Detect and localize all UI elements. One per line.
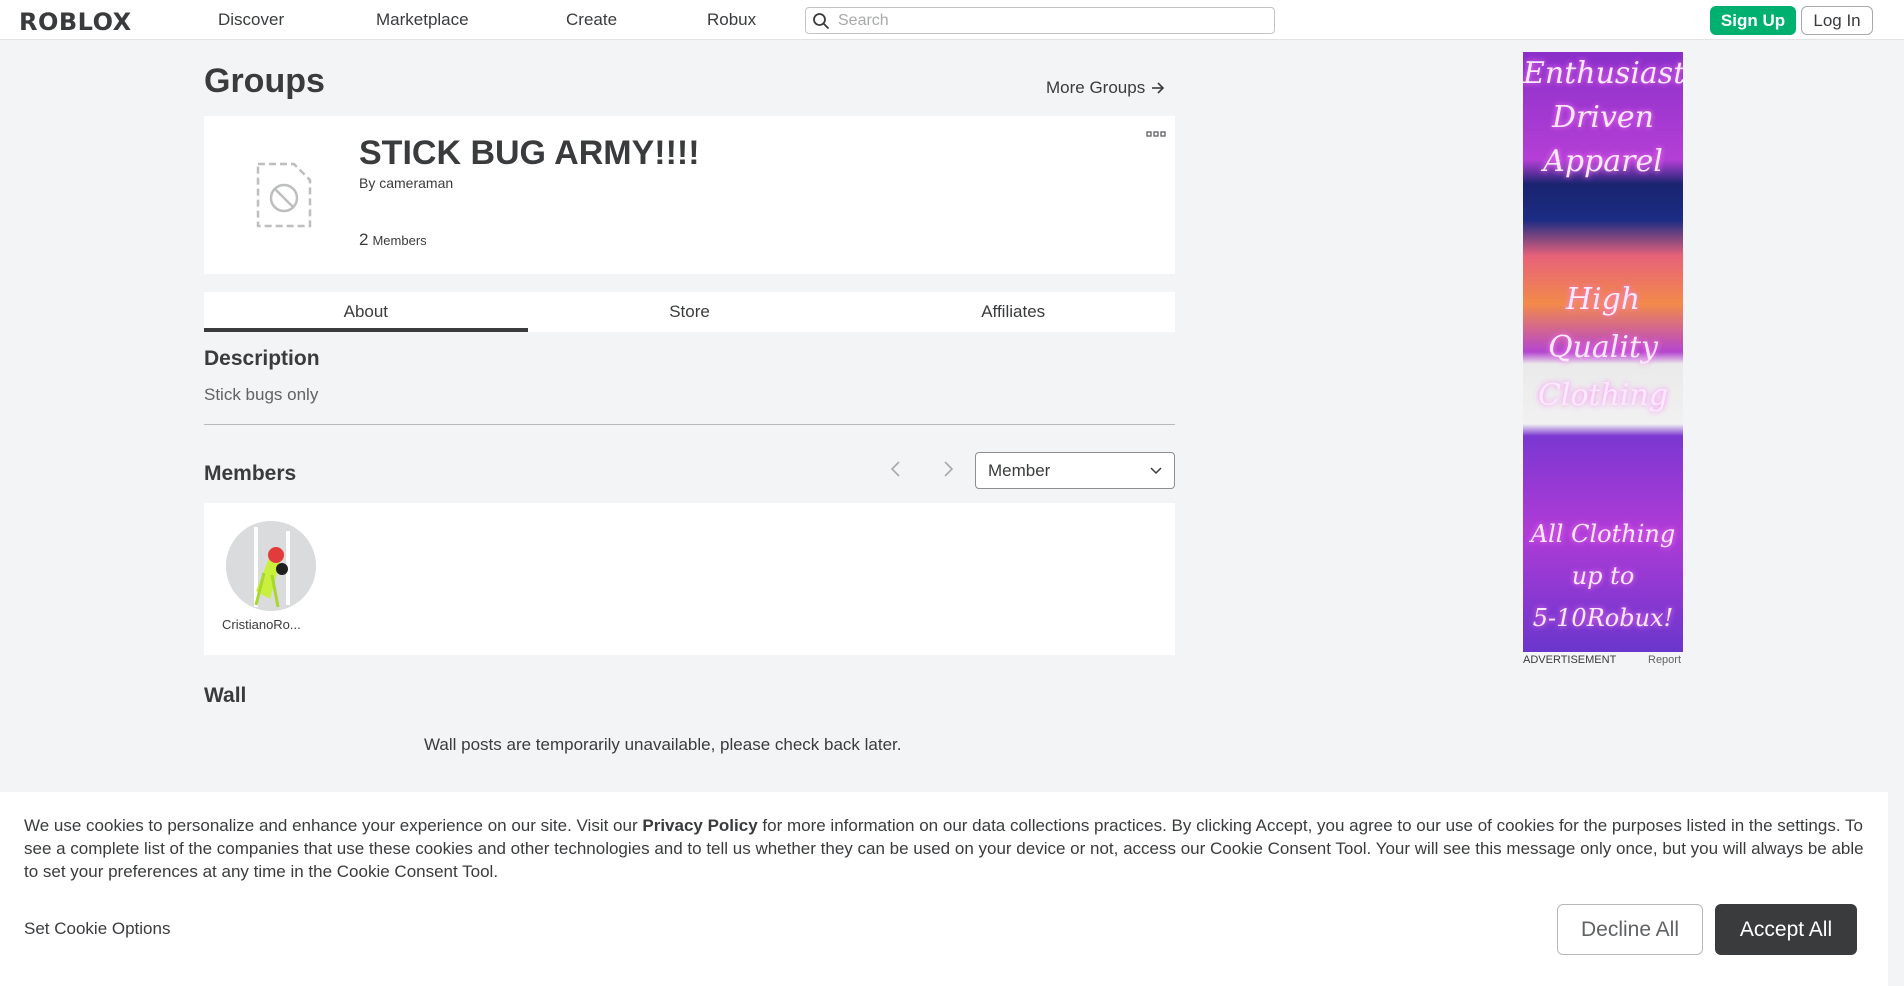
search-icon bbox=[813, 13, 829, 29]
roblox-logo[interactable]: ROBLOX bbox=[19, 8, 132, 36]
advertisement-banner[interactable]: Enthusiast Driven Apparel High Quality C… bbox=[1523, 52, 1683, 652]
ad-report-link[interactable]: Report bbox=[1648, 654, 1681, 666]
ad-line: High bbox=[1565, 282, 1641, 317]
more-groups-label: More Groups bbox=[1046, 78, 1146, 97]
ad-line: Driven bbox=[1551, 100, 1654, 135]
group-name: STICK BUG ARMY!!!! bbox=[359, 134, 700, 172]
wall-heading: Wall bbox=[204, 684, 247, 707]
cookie-banner: We use cookies to personalize and enhanc… bbox=[0, 792, 1888, 986]
search-box[interactable] bbox=[805, 7, 1275, 34]
advertisement-label: ADVERTISEMENT bbox=[1523, 654, 1617, 666]
search-input[interactable] bbox=[838, 10, 1268, 31]
members-list: CristianoRo... bbox=[204, 503, 1175, 655]
more-options-icon[interactable] bbox=[1146, 130, 1166, 140]
login-button[interactable]: Log In bbox=[1801, 6, 1873, 35]
ad-line: All Clothing bbox=[1530, 520, 1676, 548]
ad-line: Quality bbox=[1548, 330, 1658, 365]
broken-image-icon bbox=[256, 162, 312, 228]
page-title: Groups bbox=[204, 62, 325, 100]
ad-line: Enthusiast bbox=[1523, 56, 1683, 91]
privacy-policy-link[interactable]: Privacy Policy bbox=[642, 816, 757, 835]
member-count-value: 2 bbox=[359, 230, 369, 249]
accept-all-button[interactable]: Accept All bbox=[1715, 904, 1857, 955]
group-owner-prefix: By bbox=[359, 175, 376, 191]
nav-marketplace-link[interactable]: Marketplace bbox=[376, 10, 469, 30]
chevron-right-icon[interactable] bbox=[940, 460, 956, 478]
description-text: Stick bugs only bbox=[204, 385, 319, 404]
tab-store[interactable]: Store bbox=[528, 292, 852, 332]
tab-affiliates[interactable]: Affiliates bbox=[851, 292, 1175, 332]
group-owner: By cameraman bbox=[359, 175, 453, 191]
wall-unavailable-message: Wall posts are temporarily unavailable, … bbox=[424, 735, 902, 754]
ad-line: 5-10Robux! bbox=[1532, 604, 1674, 632]
member-avatar-image bbox=[226, 521, 316, 611]
decline-all-button[interactable]: Decline All bbox=[1557, 904, 1703, 955]
more-groups-link[interactable]: More Groups bbox=[1046, 78, 1165, 98]
ad-line: up to bbox=[1571, 562, 1635, 590]
chevron-down-icon bbox=[1150, 467, 1162, 475]
ad-line: Apparel bbox=[1543, 144, 1663, 179]
role-filter-value: Member bbox=[988, 460, 1051, 480]
group-tabs: About Store Affiliates bbox=[204, 292, 1175, 332]
member-count-label: Members bbox=[372, 233, 427, 248]
member-avatar[interactable] bbox=[226, 521, 316, 611]
arrow-right-icon bbox=[1152, 82, 1165, 94]
cookie-text-start: We use cookies to personalize and enhanc… bbox=[24, 816, 643, 835]
member-name[interactable]: CristianoRo... bbox=[222, 617, 312, 632]
nav-robux-link[interactable]: Robux bbox=[707, 10, 756, 30]
nav-create-link[interactable]: Create bbox=[566, 10, 617, 30]
members-heading: Members bbox=[204, 462, 297, 485]
signup-button[interactable]: Sign Up bbox=[1710, 6, 1796, 35]
nav-discover-link[interactable]: Discover bbox=[218, 10, 284, 30]
group-owner-link[interactable]: cameraman bbox=[379, 175, 453, 191]
group-header-card: STICK BUG ARMY!!!! By cameraman 2 Members bbox=[204, 116, 1175, 274]
description-heading: Description bbox=[204, 347, 320, 370]
ad-line: Clothing bbox=[1537, 378, 1669, 413]
top-nav: ROBLOX Discover Marketplace Create Robux… bbox=[0, 0, 1904, 40]
section-divider bbox=[204, 424, 1175, 425]
chevron-left-icon[interactable] bbox=[888, 460, 904, 478]
group-member-count: 2 Members bbox=[359, 230, 427, 250]
set-cookie-options-link[interactable]: Set Cookie Options bbox=[24, 919, 170, 939]
role-filter-dropdown[interactable]: Member bbox=[975, 452, 1175, 489]
tab-about[interactable]: About bbox=[204, 292, 528, 332]
cookie-message: We use cookies to personalize and enhanc… bbox=[24, 814, 1874, 883]
